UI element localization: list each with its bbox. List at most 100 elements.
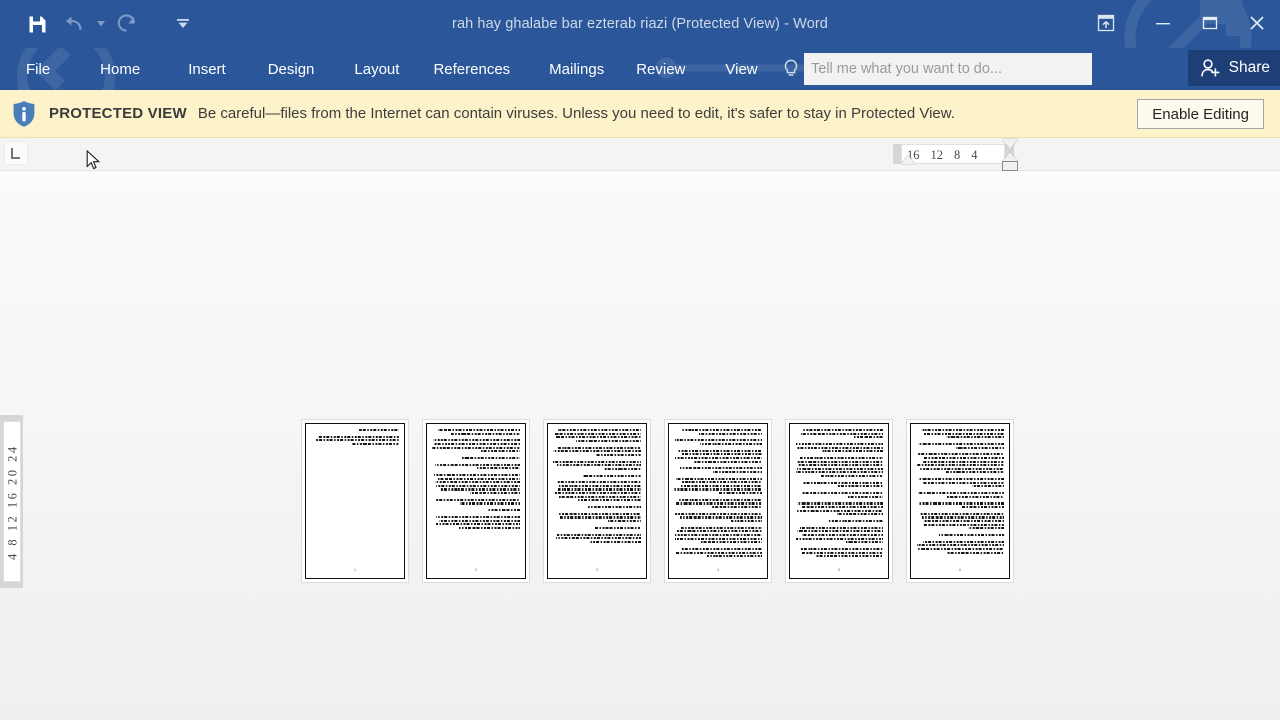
text-line — [681, 526, 762, 529]
vertical-ruler[interactable]: 4 8 12 16 20 24 — [0, 415, 23, 588]
text-line — [801, 432, 883, 435]
text-line — [796, 446, 883, 449]
tab-view[interactable]: View — [725, 61, 757, 78]
text-line — [587, 506, 641, 509]
text-line — [589, 540, 641, 543]
ribbon-display-options-icon[interactable] — [1073, 0, 1139, 46]
text-line — [946, 551, 1004, 554]
text-line — [701, 541, 762, 544]
text-line — [918, 547, 1004, 551]
ribbon-tabs: File Home Insert Design Layout Reference… — [0, 48, 758, 90]
text-line — [956, 446, 1004, 449]
first-line-indent-marker[interactable] — [1002, 139, 1018, 149]
tab-mailings[interactable]: Mailings — [549, 61, 604, 78]
tab-home[interactable]: Home — [100, 61, 140, 78]
text-line — [939, 533, 1004, 537]
text-line — [923, 460, 1004, 463]
text-line — [712, 506, 762, 509]
text-line — [559, 495, 641, 498]
text-line — [674, 512, 762, 515]
tell-me-input[interactable] — [804, 53, 1092, 85]
text-line — [674, 551, 762, 554]
ruler-track[interactable]: 16 12 8 4 — [901, 144, 1005, 164]
text-line — [796, 467, 883, 470]
text-line — [801, 533, 883, 537]
page-thumbnail[interactable]: 5 — [785, 419, 893, 583]
text-line — [796, 460, 883, 463]
text-line — [847, 495, 883, 498]
text-line — [801, 551, 883, 554]
text-line — [731, 520, 762, 523]
text-line — [480, 450, 520, 453]
text-line — [470, 492, 520, 495]
page-thumbnail[interactable]: 4 — [664, 419, 772, 583]
page-number: 2 — [475, 568, 477, 572]
text-line — [437, 477, 520, 480]
document-work-area[interactable]: 4 8 12 16 20 24 1 2 3 4 5 6 — [0, 171, 1280, 720]
left-tab-stop-icon — [11, 148, 20, 159]
close-button[interactable] — [1233, 0, 1280, 46]
page-thumbnail[interactable]: 2 — [422, 419, 530, 583]
text-line — [707, 555, 762, 558]
text-line — [679, 498, 762, 501]
text-line — [675, 477, 762, 480]
page-thumbnail[interactable]: 1 — [301, 419, 409, 583]
page-content: 2 — [426, 423, 526, 579]
person-add-icon — [1200, 59, 1220, 77]
horizontal-ruler[interactable]: 16 12 8 4 — [0, 138, 1280, 171]
text-line — [555, 436, 641, 439]
tab-insert[interactable]: Insert — [188, 61, 226, 78]
text-line — [971, 485, 1004, 488]
page-thumbnails[interactable]: 1 2 3 4 5 6 — [301, 419, 1014, 583]
text-line — [604, 467, 641, 470]
maximize-restore-button[interactable] — [1186, 0, 1233, 46]
text-line — [607, 520, 641, 523]
text-line — [815, 555, 883, 558]
text-line — [699, 442, 762, 446]
page-content: 1 — [305, 423, 405, 579]
left-indent-marker[interactable] — [901, 155, 915, 164]
text-line — [677, 449, 762, 452]
text-line — [920, 429, 1004, 432]
text-line — [837, 513, 883, 516]
tab-review[interactable]: Review — [636, 61, 685, 78]
text-line — [432, 446, 520, 449]
text-line — [675, 530, 762, 533]
right-indent-marker[interactable] — [1002, 161, 1018, 171]
text-line — [795, 537, 883, 540]
text-line — [576, 439, 641, 442]
tab-design[interactable]: Design — [268, 61, 315, 78]
page-thumbnail[interactable]: 3 — [543, 419, 651, 583]
ruler-tick: 4 — [971, 147, 978, 162]
enable-editing-button[interactable]: Enable Editing — [1137, 99, 1264, 129]
page-number: 6 — [959, 568, 961, 572]
text-line — [675, 537, 762, 540]
page-number: 4 — [717, 568, 719, 572]
text-line — [675, 502, 762, 505]
text-line — [675, 533, 762, 537]
text-line — [556, 464, 641, 467]
text-line — [797, 530, 883, 533]
minimize-button[interactable] — [1139, 0, 1186, 46]
text-line — [674, 488, 762, 491]
text-line — [797, 464, 883, 467]
page-number: 3 — [596, 568, 598, 572]
text-line — [921, 516, 1004, 519]
tab-layout[interactable]: Layout — [354, 61, 399, 78]
tab-stop-selector[interactable] — [4, 141, 28, 165]
text-line — [801, 492, 883, 495]
text-line — [439, 488, 520, 491]
text-line — [922, 456, 1004, 460]
tab-references[interactable]: References — [433, 61, 510, 78]
text-line — [557, 429, 641, 432]
share-button[interactable]: Share — [1187, 50, 1280, 86]
text-line — [679, 467, 762, 470]
tab-file[interactable]: File — [26, 61, 50, 78]
text-line — [846, 541, 883, 544]
text-line — [433, 474, 520, 477]
text-line — [557, 488, 641, 491]
text-line — [920, 512, 1004, 515]
text-line — [918, 478, 1004, 481]
text-line — [557, 533, 641, 536]
page-thumbnail[interactable]: 6 — [906, 419, 1014, 583]
